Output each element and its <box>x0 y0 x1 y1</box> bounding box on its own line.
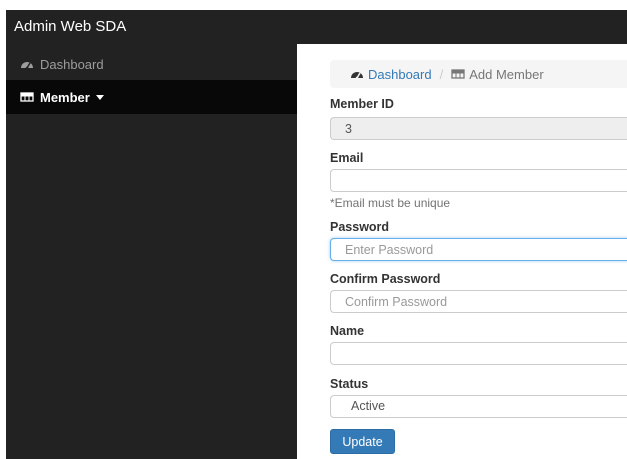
status-label: Status <box>330 377 369 391</box>
sidebar-item-label: Dashboard <box>40 56 104 72</box>
sidebar: Dashboard Member <box>6 44 297 459</box>
breadcrumb-dashboard-link[interactable]: Dashboard <box>350 67 432 82</box>
table-icon <box>451 68 465 80</box>
sidebar-item-member[interactable]: Member <box>6 80 297 114</box>
confirm-password-field[interactable] <box>330 290 627 313</box>
password-field[interactable] <box>330 238 627 261</box>
top-navbar: Admin Web SDA <box>6 10 627 44</box>
update-button[interactable]: Update <box>330 429 395 454</box>
breadcrumb-label: Add Member <box>469 66 544 82</box>
email-label: Email <box>330 151 364 165</box>
member-id-field[interactable] <box>330 117 627 140</box>
status-select[interactable]: Active <box>330 395 627 418</box>
name-field[interactable] <box>330 342 627 365</box>
main-content: Dashboard / Add Member Member ID Email *… <box>330 44 627 459</box>
sidebar-item-label: Member <box>40 89 90 105</box>
breadcrumb: Dashboard / Add Member <box>330 60 627 88</box>
caret-down-icon <box>95 94 104 100</box>
email-help-text: *Email must be unique <box>330 196 451 210</box>
table-icon <box>20 91 34 103</box>
breadcrumb-separator: / <box>439 66 444 82</box>
dashboard-icon <box>350 68 364 80</box>
breadcrumb-label: Dashboard <box>368 66 432 82</box>
app-title[interactable]: Admin Web SDA <box>14 10 126 44</box>
email-field[interactable] <box>330 169 627 192</box>
password-label: Password <box>330 220 390 234</box>
breadcrumb-current: Add Member <box>451 66 544 82</box>
status-selected-value: Active <box>351 399 386 413</box>
sidebar-item-dashboard[interactable]: Dashboard <box>6 47 297 81</box>
dashboard-icon <box>20 58 34 70</box>
member-id-label: Member ID <box>330 97 394 111</box>
name-label: Name <box>330 324 365 338</box>
confirm-password-label: Confirm Password <box>330 272 441 286</box>
